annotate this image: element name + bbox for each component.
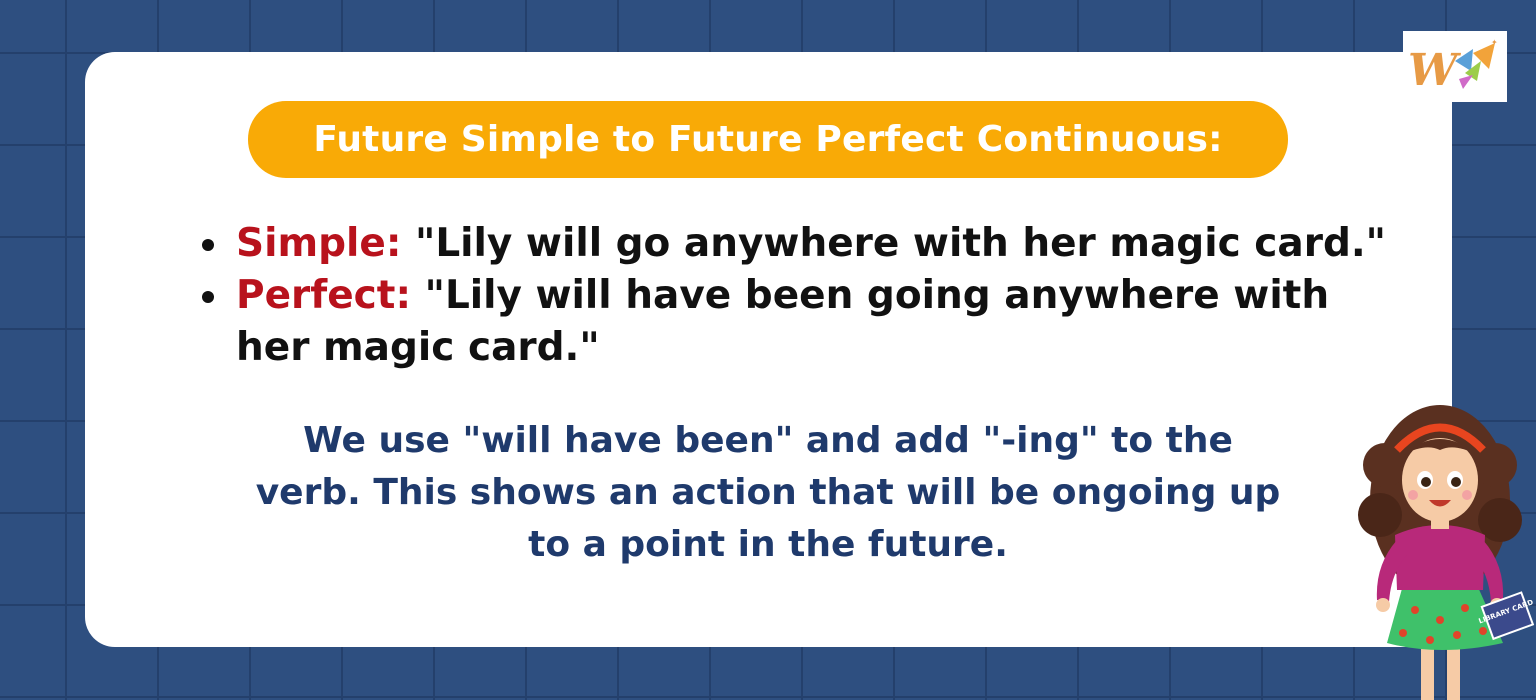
title-text: Future Simple to Future Perfect Continuo… — [313, 119, 1223, 160]
svg-text:✦: ✦ — [1491, 38, 1498, 47]
example-sentence-simple: "Lily will go anywhere with her magic ca… — [415, 221, 1386, 266]
bullet-icon — [202, 239, 214, 251]
bullet-icon — [202, 291, 214, 303]
logo-icon: W ✦ — [1408, 38, 1498, 96]
title-banner: Future Simple to Future Perfect Continuo… — [248, 101, 1288, 178]
brand-logo: W ✦ — [1403, 31, 1507, 102]
list-item: Simple: "Lily will go anywhere with her … — [200, 218, 1390, 270]
example-label-simple: Simple: — [236, 221, 402, 266]
logo-letter: W — [1408, 45, 1462, 96]
examples-list: Simple: "Lily will go anywhere with her … — [200, 218, 1390, 374]
list-item: Perfect: "Lily will have been going anyw… — [200, 270, 1390, 374]
girl-illustration: LIBRARY CARD — [1358, 405, 1535, 700]
example-label-perfect: Perfect: — [236, 273, 412, 318]
explanation-text: We use "will have been" and add "-ing" t… — [255, 420, 1281, 565]
